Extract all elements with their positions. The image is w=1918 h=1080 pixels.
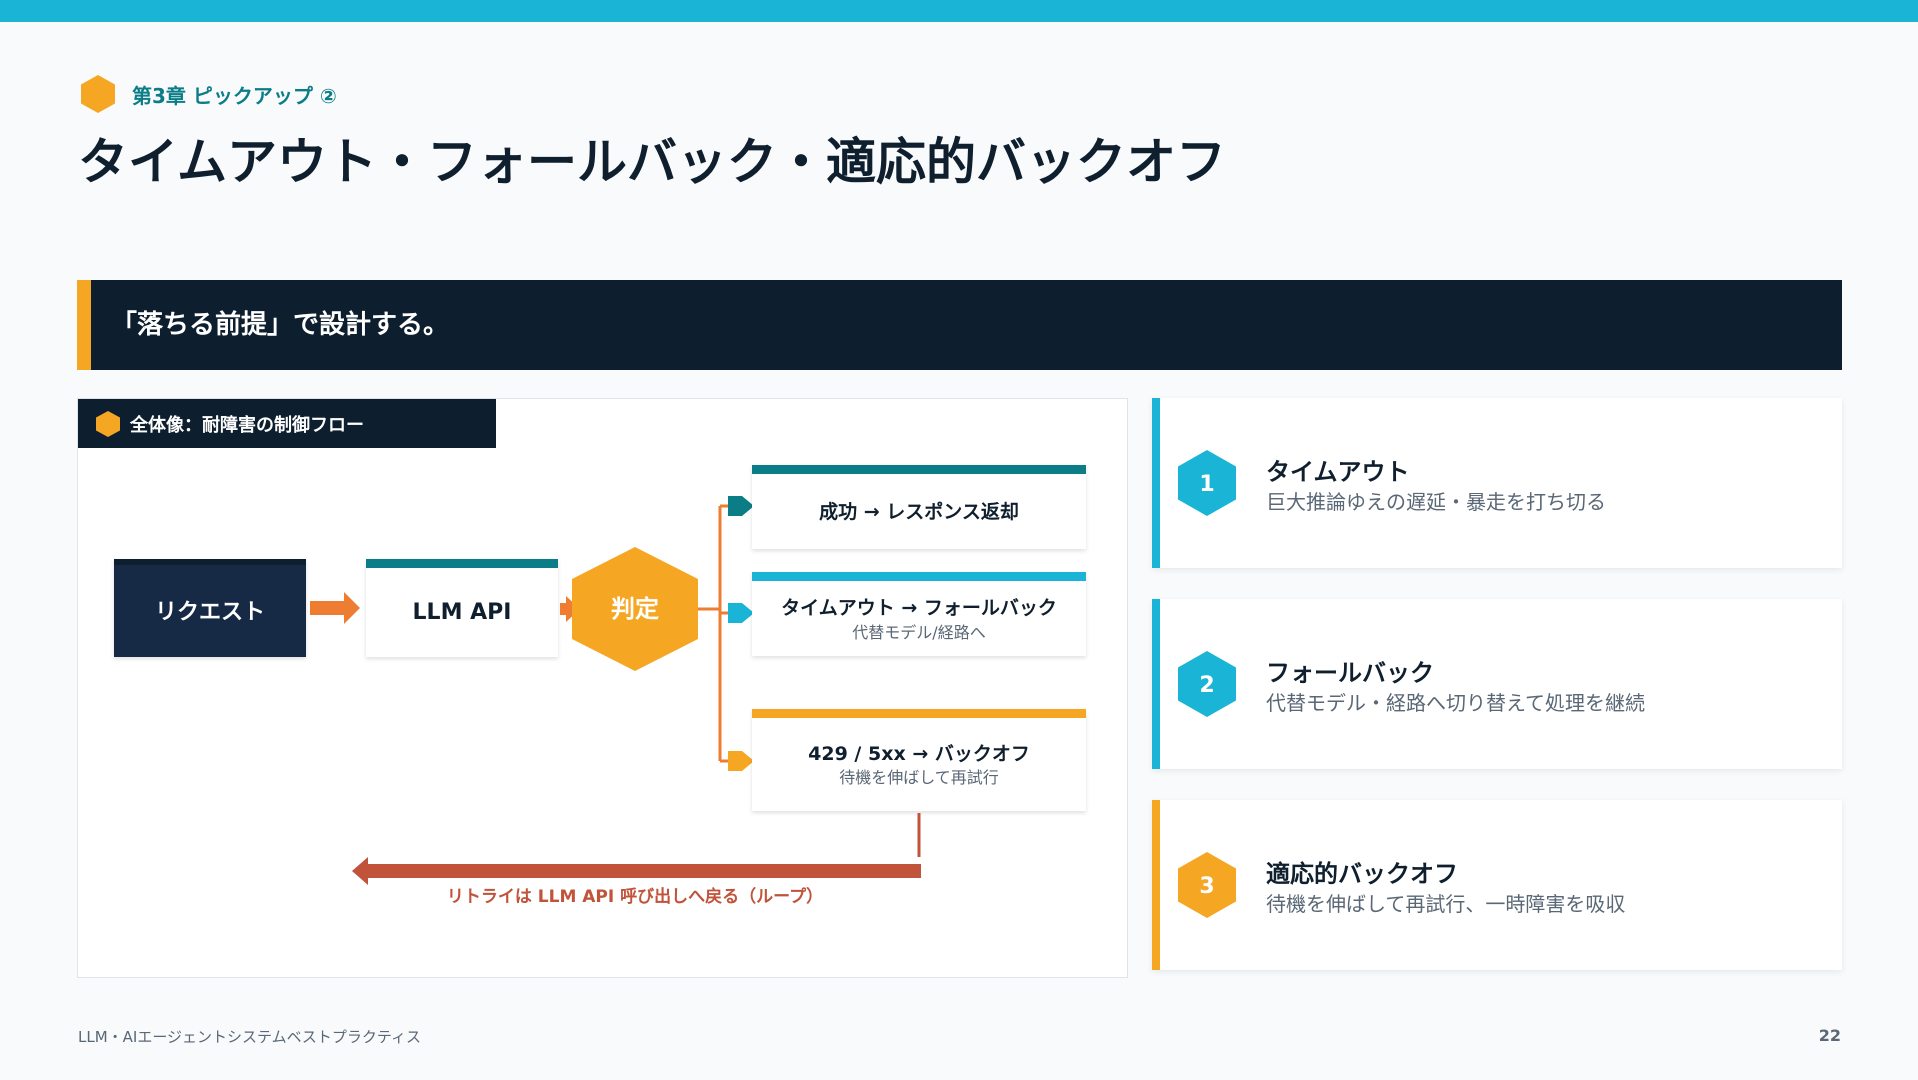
flow-diagram: リクエスト LLM API 判定 成功 → レスポンス返却 タイムアウト → フ… xyxy=(114,465,1086,907)
page-title: タイムアウト・フォールバック・適応的バックオフ xyxy=(78,133,1226,191)
page-number: 22 xyxy=(1818,1026,1841,1045)
request-label: リクエスト xyxy=(155,600,265,625)
hexagon-icon xyxy=(96,410,120,437)
number-badge: 1 xyxy=(1178,450,1236,516)
request-node: リクエスト xyxy=(114,559,306,657)
diagram-tab-label: 全体像：耐障害の制御フロー xyxy=(130,414,364,436)
arrow-request-to-llm xyxy=(310,592,360,624)
outcome-backoff-box: 429 / 5xx → バックオフ 待機を伸ばして再試行 xyxy=(752,709,1086,811)
arrow-to-backoff xyxy=(728,751,754,771)
card-timeout: 1 タイムアウト 巨大推論ゆえの遅延・暴走を打ち切る xyxy=(1152,398,1842,568)
flow-diagram-panel: リクエスト LLM API 判定 成功 → レスポンス返却 タイムアウト → フ… xyxy=(77,398,1128,978)
card-number: 1 xyxy=(1199,472,1214,497)
card-description: 巨大推論ゆえの遅延・暴走を打ち切る xyxy=(1266,490,1606,514)
card-description: 代替モデル・経路へ切り替えて処理を継続 xyxy=(1266,691,1645,715)
llm-api-label: LLM API xyxy=(413,600,512,625)
card-number: 3 xyxy=(1199,874,1214,899)
arrow-to-fallback xyxy=(728,603,754,623)
hexagon-icon xyxy=(81,75,115,113)
number-badge: 3 xyxy=(1178,852,1236,918)
card-title: フォールバック xyxy=(1266,659,1434,687)
chapter-label: 第3章 ピックアップ ② xyxy=(78,74,337,114)
top-accent-bar xyxy=(0,0,1918,22)
chapter-text: 第3章 ピックアップ ② xyxy=(132,83,337,108)
card-adaptive-backoff: 3 適応的バックオフ 待機を伸ばして再試行、一時障害を吸収 xyxy=(1152,800,1842,970)
diagram-tab: 全体像：耐障害の制御フロー xyxy=(78,399,496,448)
banner-accent xyxy=(77,280,91,370)
footer-title: LLM・AIエージェントシステムベストプラクティス xyxy=(78,1028,421,1046)
card-accent-bar xyxy=(1152,800,1160,970)
card-number: 2 xyxy=(1199,673,1214,698)
card-title: 適応的バックオフ xyxy=(1266,860,1458,888)
key-message-banner: 「落ちる前提」で設計する。 xyxy=(77,280,1842,370)
outcome-backoff-subtitle: 待機を伸ばして再試行 xyxy=(839,768,999,787)
card-accent-bar xyxy=(1152,599,1160,769)
retry-loop-arrow: リトライは LLM API 呼び出しへ戻る（ループ） xyxy=(352,813,921,907)
outcome-success-box: 成功 → レスポンス返却 xyxy=(752,465,1086,549)
arrow-to-success xyxy=(728,496,754,516)
branch-connector xyxy=(698,496,754,771)
retry-loop-label: リトライは LLM API 呼び出しへ戻る（ループ） xyxy=(447,886,823,907)
outcome-fallback-box: タイムアウト → フォールバック 代替モデル/経路へ xyxy=(752,572,1086,656)
llm-api-node: LLM API xyxy=(366,559,558,657)
outcome-success-title: 成功 → レスポンス返却 xyxy=(819,500,1019,523)
number-badge: 2 xyxy=(1178,651,1236,717)
outcome-backoff-title: 429 / 5xx → バックオフ xyxy=(808,743,1030,765)
card-title: タイムアウト xyxy=(1266,458,1410,486)
decision-node: 判定 xyxy=(572,547,698,671)
outcome-fallback-title: タイムアウト → フォールバック xyxy=(781,597,1057,619)
banner-text: 「落ちる前提」で設計する。 xyxy=(111,310,450,340)
card-accent-bar xyxy=(1152,398,1160,568)
card-description: 待機を伸ばして再試行、一時障害を吸収 xyxy=(1266,892,1626,916)
outcome-fallback-subtitle: 代替モデル/経路へ xyxy=(852,623,985,642)
card-fallback: 2 フォールバック 代替モデル・経路へ切り替えて処理を継続 xyxy=(1152,599,1842,769)
decision-label: 判定 xyxy=(611,595,659,623)
